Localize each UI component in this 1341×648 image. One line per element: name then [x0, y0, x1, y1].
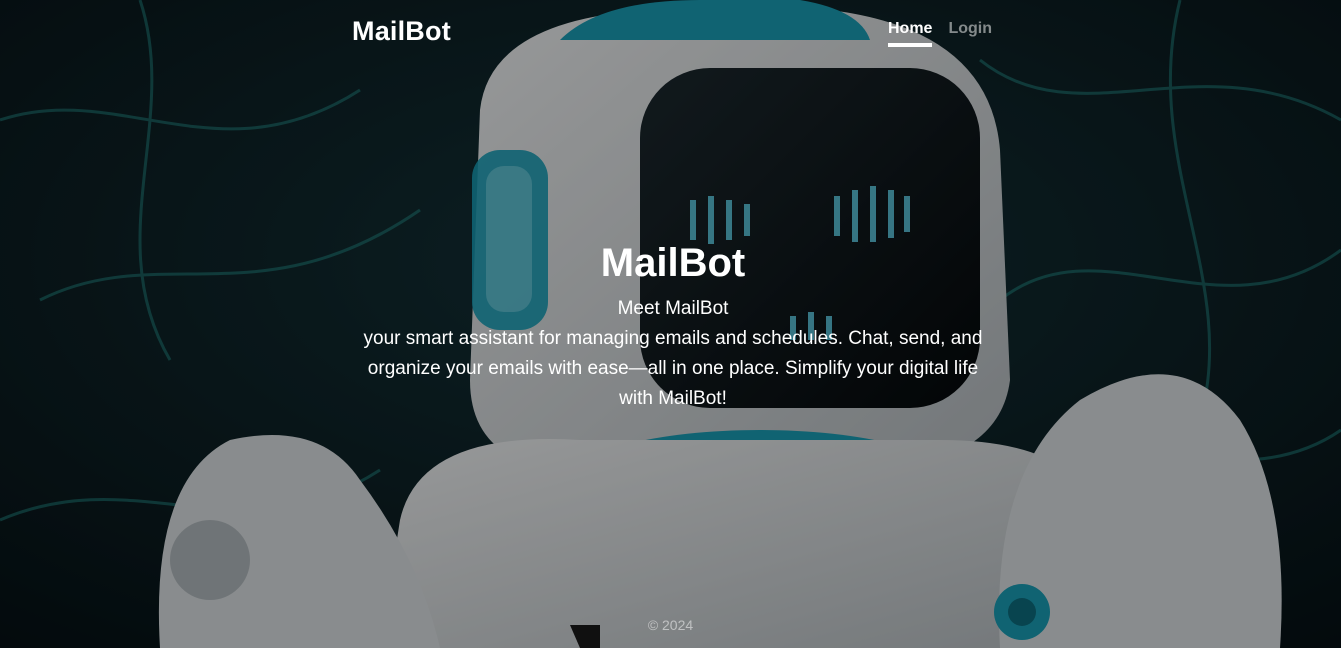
hero-description: your smart assistant for managing emails…: [363, 328, 983, 409]
footer-copyright: © 2024: [647, 617, 694, 633]
brand-logo[interactable]: MailBot: [352, 16, 451, 47]
hero-title: MailBot: [600, 241, 746, 285]
hero-section: MailBot Meet MailBot your smart assistan…: [360, 238, 986, 414]
nav-links: Home Login: [888, 20, 992, 47]
nav-link-home[interactable]: Home: [888, 20, 933, 47]
top-navbar: MailBot Home Login: [352, 14, 992, 50]
nav-link-login[interactable]: Login: [948, 20, 992, 47]
hero-subtitle: Meet MailBot: [617, 298, 729, 319]
